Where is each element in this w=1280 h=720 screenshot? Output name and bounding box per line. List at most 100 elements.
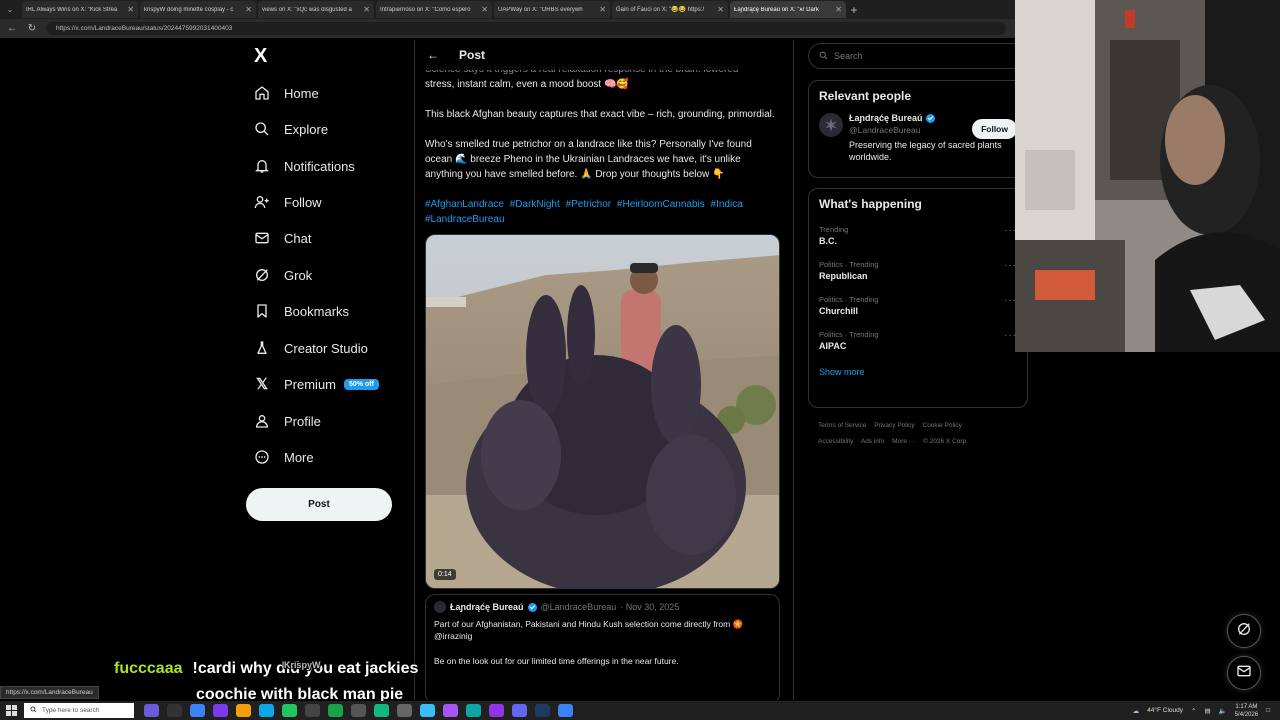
nav-item-home[interactable]: Home [254, 85, 319, 101]
browser-tab-active[interactable]: Łaɲdrąćę Bureaú on X: "ᴀr Dark ✕ [730, 1, 846, 18]
post-button[interactable]: Post [246, 488, 392, 521]
app-icon[interactable] [213, 704, 228, 717]
avatar[interactable] [434, 601, 446, 613]
hashtag-link[interactable]: #HeirloomCannabis [617, 199, 705, 210]
avatar[interactable] [819, 113, 843, 137]
browser-tab[interactable]: UAPWay on X: "ORBS everywh ✕ [494, 1, 610, 18]
browser-tab[interactable]: IRL Always Wins on X: "Kick Strea ✕ [22, 1, 138, 18]
nav-item-notifications[interactable]: Notifications [254, 158, 355, 174]
windows-start-icon[interactable] [6, 705, 17, 716]
quoted-post-date[interactable]: · Nov 30, 2025 [620, 602, 679, 612]
trend-name: Republican [819, 271, 868, 281]
footer-link[interactable]: Privacy Policy [874, 422, 914, 429]
hashtag-link[interactable]: #LandraceBureau [425, 214, 505, 225]
mail-icon [254, 230, 270, 246]
person-name[interactable]: Łaɲdrąćę Bureaú [849, 113, 923, 123]
app-icon[interactable] [144, 704, 159, 717]
browser-tab[interactable]: Gain of Fauci on X: "😂😂 https:/ ✕ [612, 1, 728, 18]
volume-icon[interactable]: 🔈 [1219, 707, 1227, 715]
hashtag-link[interactable]: #DarkNight [510, 199, 560, 210]
tray-chevron-icon[interactable]: ⌃ [1191, 707, 1196, 715]
trend-meta: Politics · Trending [819, 260, 879, 269]
messages-floating-button[interactable] [1227, 656, 1261, 690]
close-tab-icon[interactable]: ✕ [481, 5, 488, 14]
app-icon[interactable] [489, 704, 504, 717]
reload-icon[interactable]: ↻ [26, 23, 38, 34]
post-video[interactable]: 0:14 [425, 234, 780, 589]
app-icon[interactable] [397, 704, 412, 717]
nav-item-premium[interactable]: 𝕏 Premium 50% off [254, 376, 379, 393]
app-icon[interactable] [167, 704, 182, 717]
footer-link[interactable]: Ads info [861, 438, 885, 445]
footer-link[interactable]: Terms of Service [818, 422, 866, 429]
quoted-post-header: Łaɲdrąćę Bureaú @LandraceBureau · Nov 3… [434, 601, 771, 613]
show-more-link[interactable]: Show more [819, 367, 1017, 377]
bookmark-icon [254, 303, 270, 319]
post-text-paragraph: Who's smelled true petrichor on a landra… [425, 139, 752, 180]
back-arrow-icon[interactable]: ← [427, 48, 439, 62]
footer-link[interactable]: Cookie Policy [923, 422, 962, 429]
close-tab-icon[interactable]: ✕ [599, 5, 606, 14]
new-tab-icon[interactable]: + [846, 3, 862, 17]
verified-badge-icon [527, 602, 537, 612]
copyright: © 2026 X Corp. [923, 438, 968, 445]
notification-icon[interactable]: □ [1266, 707, 1270, 714]
grok-floating-button[interactable] [1227, 614, 1261, 648]
app-icon[interactable] [351, 704, 366, 717]
home-icon [254, 85, 270, 101]
footer-link[interactable]: Accessibility [818, 438, 853, 445]
app-icon[interactable] [535, 704, 550, 717]
close-tab-icon[interactable]: ✕ [717, 5, 724, 14]
weather-text[interactable]: 44°F Cloudy [1147, 707, 1183, 714]
nav-item-more[interactable]: More [254, 449, 314, 465]
app-icon[interactable] [190, 704, 205, 717]
quoted-author-handle[interactable]: @LandraceBureau [541, 602, 617, 612]
hashtag-link[interactable]: #Petrichor [566, 199, 612, 210]
trend-item[interactable]: Politics · Trending Republican ··· [819, 260, 1017, 281]
grok-icon [1236, 621, 1252, 642]
app-icon[interactable] [420, 704, 435, 717]
trend-item[interactable]: Politics · Trending Churchill ··· [819, 295, 1017, 316]
hashtag-link[interactable]: #AfghanLandrace [425, 199, 504, 210]
app-icon[interactable] [259, 704, 274, 717]
browser-tab[interactable]: Intrapiernoso on X: "Como espero ✕ [376, 1, 492, 18]
back-arrow-icon[interactable]: ← [6, 23, 18, 34]
taskbar-clock[interactable]: 1:17 AM 5/4/2026 [1235, 703, 1258, 719]
x-logo[interactable]: X [254, 45, 267, 68]
follow-button[interactable]: Follow [972, 119, 1017, 139]
nav-item-follow[interactable]: Follow [254, 194, 322, 210]
app-icon[interactable] [374, 704, 389, 717]
nav-item-chat[interactable]: Chat [254, 230, 311, 246]
trend-item[interactable]: Trending B.C. ··· [819, 225, 1017, 246]
app-icon[interactable] [512, 704, 527, 717]
nav-item-profile[interactable]: Profile [254, 413, 321, 429]
nav-item-grok[interactable]: Grok [254, 267, 312, 283]
browser-tab[interactable]: krispyW doing minette cosplay - c ✕ [140, 1, 256, 18]
close-tab-icon[interactable]: ✕ [835, 5, 842, 14]
quoted-author-name[interactable]: Łaɲdrąćę Bureaú [450, 602, 524, 612]
app-icon[interactable] [305, 704, 320, 717]
search-input[interactable]: Search [808, 43, 1028, 69]
url-field[interactable]: https://x.com/LandraceBureau/status/2024… [46, 22, 1006, 35]
app-icon[interactable] [236, 704, 251, 717]
nav-item-bookmarks[interactable]: Bookmarks [254, 303, 349, 319]
quoted-post[interactable]: Łaɲdrąćę Bureaú @LandraceBureau · Nov 3… [425, 594, 780, 700]
app-icon[interactable] [328, 704, 343, 717]
nav-item-explore[interactable]: Explore [254, 121, 328, 137]
app-icon[interactable] [443, 704, 458, 717]
app-icon[interactable] [558, 704, 573, 717]
app-icon[interactable] [282, 704, 297, 717]
trend-item[interactable]: Politics · Trending AIPAC ··· [819, 330, 1017, 351]
nav-label: Chat [284, 230, 312, 246]
tab-list-chevron-icon[interactable]: ⌄ [0, 5, 20, 14]
app-icon[interactable] [466, 704, 481, 717]
browser-tab[interactable]: views on X: "xQc was disgusted a ✕ [258, 1, 374, 18]
close-tab-icon[interactable]: ✕ [245, 5, 252, 14]
taskbar-search-input[interactable]: Type here to search [24, 703, 134, 718]
nav-item-creator-studio[interactable]: Creator Studio [254, 340, 368, 356]
close-tab-icon[interactable]: ✕ [363, 5, 370, 14]
network-icon[interactable]: ▤ [1204, 707, 1210, 715]
footer-link[interactable]: More ··· [892, 438, 915, 445]
close-tab-icon[interactable]: ✕ [127, 5, 134, 14]
hashtag-link[interactable]: #Indica [711, 199, 743, 210]
